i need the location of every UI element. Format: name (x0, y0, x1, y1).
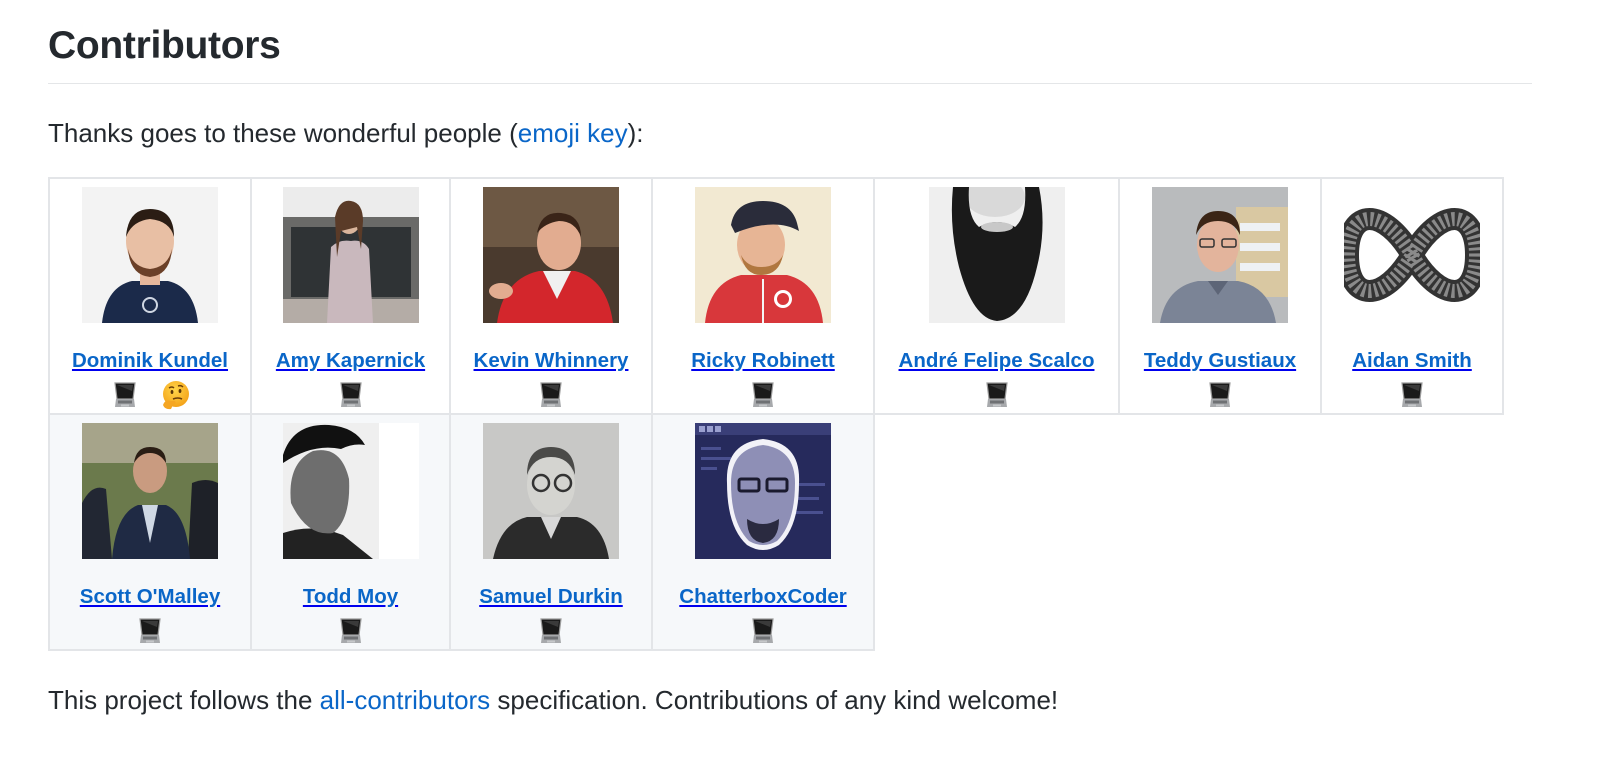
contributor-avatar-link[interactable]: Samuel Durkin (451, 423, 651, 609)
emoji-key-link[interactable]: emoji key (518, 118, 628, 148)
contributor-cell: André Felipe Scalco (873, 177, 1120, 415)
intro-paragraph: Thanks goes to these wonderful people (e… (48, 84, 1552, 149)
contribution-icons (451, 379, 651, 413)
contribution-icons (875, 379, 1118, 413)
laptop-icon[interactable] (335, 379, 367, 413)
laptop-icon[interactable] (535, 615, 567, 649)
contributor-avatar-link[interactable]: Scott O'Malley (50, 423, 250, 609)
contributor-avatar-link[interactable]: Kevin Whinnery (451, 187, 651, 373)
readme-contributors-section: Contributors Thanks goes to these wonder… (0, 0, 1600, 716)
contribution-icons (50, 379, 250, 413)
contributor-cell: Aidan Smith (1320, 177, 1504, 415)
avatar-scott-omalley (82, 423, 218, 559)
laptop-icon[interactable] (981, 379, 1013, 413)
contributor-name[interactable]: ChatterboxCoder (653, 585, 873, 609)
contributor-cell: Amy Kapernick (250, 177, 451, 415)
empty-cell (874, 414, 1119, 650)
avatar-teddy-gustiaux (1152, 187, 1288, 323)
avatar-chatterboxcoder (695, 423, 831, 559)
contributor-cell: ChatterboxCoder (651, 413, 875, 651)
footer-text-before: This project follows the (48, 685, 320, 715)
contributor-cell: Todd Moy (250, 413, 451, 651)
contributors-row: Scott O'Malley Todd Moy Samuel Durkin Chat… (48, 413, 1503, 651)
avatar-dominik-kundel (82, 187, 218, 323)
contributor-name[interactable]: André Felipe Scalco (875, 349, 1118, 373)
contributor-cell: Scott O'Malley (48, 413, 252, 651)
contributor-avatar-link[interactable]: Dominik Kundel (50, 187, 250, 373)
contributor-avatar-link[interactable]: Ricky Robinett (653, 187, 873, 373)
laptop-icon[interactable] (747, 379, 779, 413)
contributor-name[interactable]: Todd Moy (252, 585, 449, 609)
contribution-icons (653, 615, 873, 649)
avatar-andre-felipe-scalco (928, 187, 1065, 323)
contributor-cell: Kevin Whinnery (449, 177, 653, 415)
section-heading: Contributors (48, 24, 281, 67)
contributors-row: Dominik Kundel Amy Kapernick Kevin Whinner… (48, 177, 1504, 415)
contributor-name[interactable]: Kevin Whinnery (451, 349, 651, 373)
contributor-avatar-link[interactable]: Amy Kapernick (252, 187, 449, 373)
footer-paragraph: This project follows the all-contributor… (48, 651, 1552, 716)
avatar-ricky-robinett (695, 187, 831, 323)
empty-cell (1321, 414, 1503, 650)
contributor-name[interactable]: Amy Kapernick (252, 349, 449, 373)
avatar-todd-moy (282, 423, 419, 559)
intro-text-before: Thanks goes to these wonderful people ( (48, 118, 518, 148)
contribution-icons (252, 615, 449, 649)
laptop-icon[interactable] (134, 615, 166, 649)
contributor-avatar-link[interactable]: Todd Moy (252, 423, 449, 609)
thinking-face-icon[interactable] (159, 379, 191, 413)
empty-cell (1119, 414, 1321, 650)
contributor-name[interactable]: Scott O'Malley (50, 585, 250, 609)
contributors-table: Dominik Kundel Amy Kapernick Kevin Whinner… (48, 177, 1504, 651)
laptop-icon[interactable] (535, 379, 567, 413)
contribution-icons (252, 379, 449, 413)
laptop-icon[interactable] (335, 615, 367, 649)
laptop-icon[interactable] (1396, 379, 1428, 413)
intro-text-after: ): (627, 118, 644, 148)
contributor-avatar-link[interactable]: André Felipe Scalco (875, 187, 1118, 373)
contributor-avatar-link[interactable]: Teddy Gustiaux (1120, 187, 1320, 373)
contributor-avatar-link[interactable]: Aidan Smith (1322, 187, 1502, 373)
contributor-name[interactable]: Dominik Kundel (50, 349, 250, 373)
contribution-icons (1322, 379, 1502, 413)
contributor-cell: Samuel Durkin (449, 413, 653, 651)
contribution-icons (653, 379, 873, 413)
all-contributors-link[interactable]: all-contributors (320, 685, 491, 715)
laptop-icon[interactable] (1204, 379, 1236, 413)
laptop-icon[interactable] (109, 379, 141, 413)
contributor-name[interactable]: Ricky Robinett (653, 349, 873, 373)
contributor-avatar-link[interactable]: ChatterboxCoder (653, 423, 873, 609)
contribution-icons (1120, 379, 1320, 413)
contribution-icons (50, 615, 250, 649)
contributor-cell: Ricky Robinett (651, 177, 875, 415)
contributor-cell: Dominik Kundel (48, 177, 252, 415)
contributor-cell: Teddy Gustiaux (1118, 177, 1322, 415)
contributor-name[interactable]: Samuel Durkin (451, 585, 651, 609)
contribution-icons (451, 615, 651, 649)
laptop-icon[interactable] (747, 615, 779, 649)
contributor-name[interactable]: Aidan Smith (1322, 349, 1502, 373)
avatar-amy-kapernick (282, 187, 419, 323)
footer-text-after: specification. Contributions of any kind… (490, 685, 1059, 715)
avatar-samuel-durkin (483, 423, 619, 559)
avatar-aidan-smith (1344, 187, 1480, 323)
avatar-kevin-whinnery (483, 187, 619, 323)
contributor-name[interactable]: Teddy Gustiaux (1120, 349, 1320, 373)
